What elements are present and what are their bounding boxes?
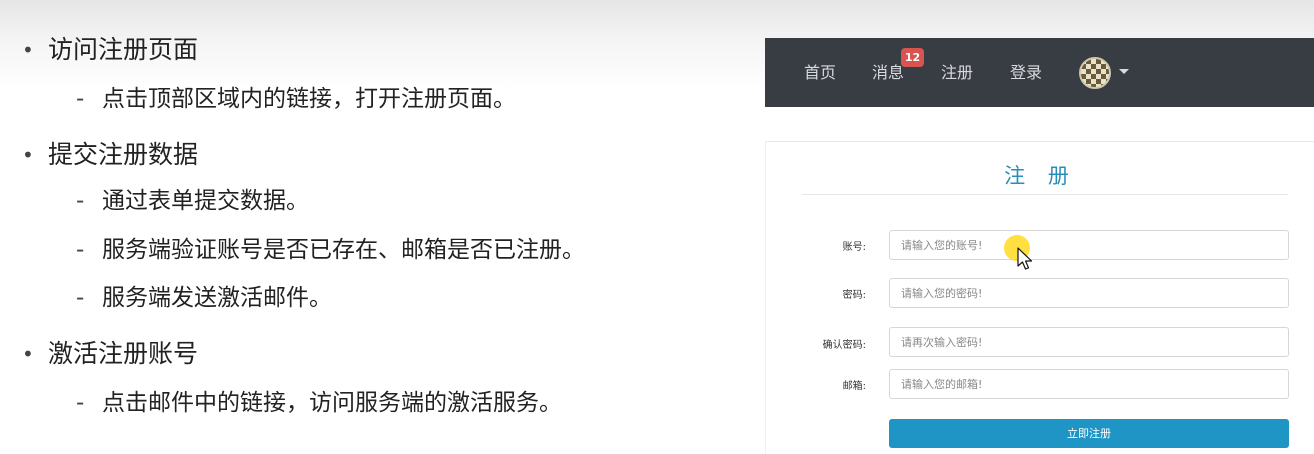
sub-item-text: 服务端发送激活邮件。 — [102, 285, 332, 311]
sub-item-text: 点击邮件中的链接，访问服务端的激活服务。 — [102, 390, 562, 416]
confirm-password-input[interactable] — [889, 327, 1289, 357]
password-label: 密码: — [842, 290, 866, 301]
sub-item: - 点击邮件中的链接，访问服务端的激活服务。 — [76, 388, 562, 418]
register-title: 注 册 — [1004, 164, 1077, 188]
email-label: 邮箱: — [842, 381, 866, 392]
title-divider — [802, 194, 1288, 195]
bullet-activate-account: • 激活注册账号 — [22, 339, 198, 369]
dash: - — [76, 188, 85, 214]
email-input[interactable] — [889, 369, 1289, 399]
dash: - — [76, 237, 85, 263]
bullet-dot: • — [22, 38, 34, 62]
messages-count-badge: 12 — [901, 48, 924, 67]
user-avatar[interactable] — [1079, 57, 1111, 89]
sub-item: - 点击顶部区域内的链接，打开注册页面。 — [76, 84, 516, 114]
dash: - — [76, 285, 85, 311]
sub-item-text: 点击顶部区域内的链接，打开注册页面。 — [102, 86, 516, 112]
bullet-dot: • — [22, 342, 34, 366]
sub-item-text: 服务端验证账号是否已存在、邮箱是否已注册。 — [102, 237, 585, 263]
nav-login-link[interactable]: 登录 — [1010, 62, 1042, 84]
bullet-title: 激活注册账号 — [48, 339, 199, 368]
bullet-access-register-page: • 访问注册页面 — [22, 35, 198, 65]
sub-item: - 服务端验证账号是否已存在、邮箱是否已注册。 — [76, 235, 585, 265]
sub-item: - 服务端发送激活邮件。 — [76, 283, 332, 313]
slide-content: • 访问注册页面 - 点击顶部区域内的链接，打开注册页面。 • 提交注册数据 - 通过表… — [0, 0, 740, 454]
sub-item-text: 通过表单提交数据。 — [102, 188, 309, 214]
register-webpage: 首页 消息 12 注册 登录 注 册 账号: 密码: 确认密码: 邮箱: 立即注… — [765, 38, 1314, 454]
bullet-title: 访问注册页面 — [48, 35, 199, 64]
nav-register-link[interactable]: 注册 — [941, 62, 973, 84]
dash: - — [76, 390, 85, 416]
top-navbar: 首页 消息 12 注册 登录 — [765, 38, 1314, 107]
dash: - — [76, 86, 85, 112]
bullet-title: 提交注册数据 — [48, 140, 199, 169]
register-panel: 注 册 账号: 密码: 确认密码: 邮箱: 立即注册 — [765, 141, 1314, 454]
account-input[interactable] — [889, 230, 1289, 260]
sub-item: - 通过表单提交数据。 — [76, 186, 309, 216]
bullet-dot: • — [22, 143, 34, 167]
nav-messages-link[interactable]: 消息 — [872, 62, 904, 84]
password-input[interactable] — [889, 278, 1289, 308]
chevron-down-icon[interactable] — [1119, 69, 1129, 74]
account-label: 账号: — [842, 242, 866, 253]
bullet-submit-register-data: • 提交注册数据 — [22, 140, 198, 170]
nav-home-link[interactable]: 首页 — [804, 62, 836, 84]
register-submit-button[interactable]: 立即注册 — [889, 419, 1289, 448]
confirm-password-label: 确认密码: — [822, 340, 866, 351]
mouse-pointer-icon — [1017, 247, 1033, 270]
